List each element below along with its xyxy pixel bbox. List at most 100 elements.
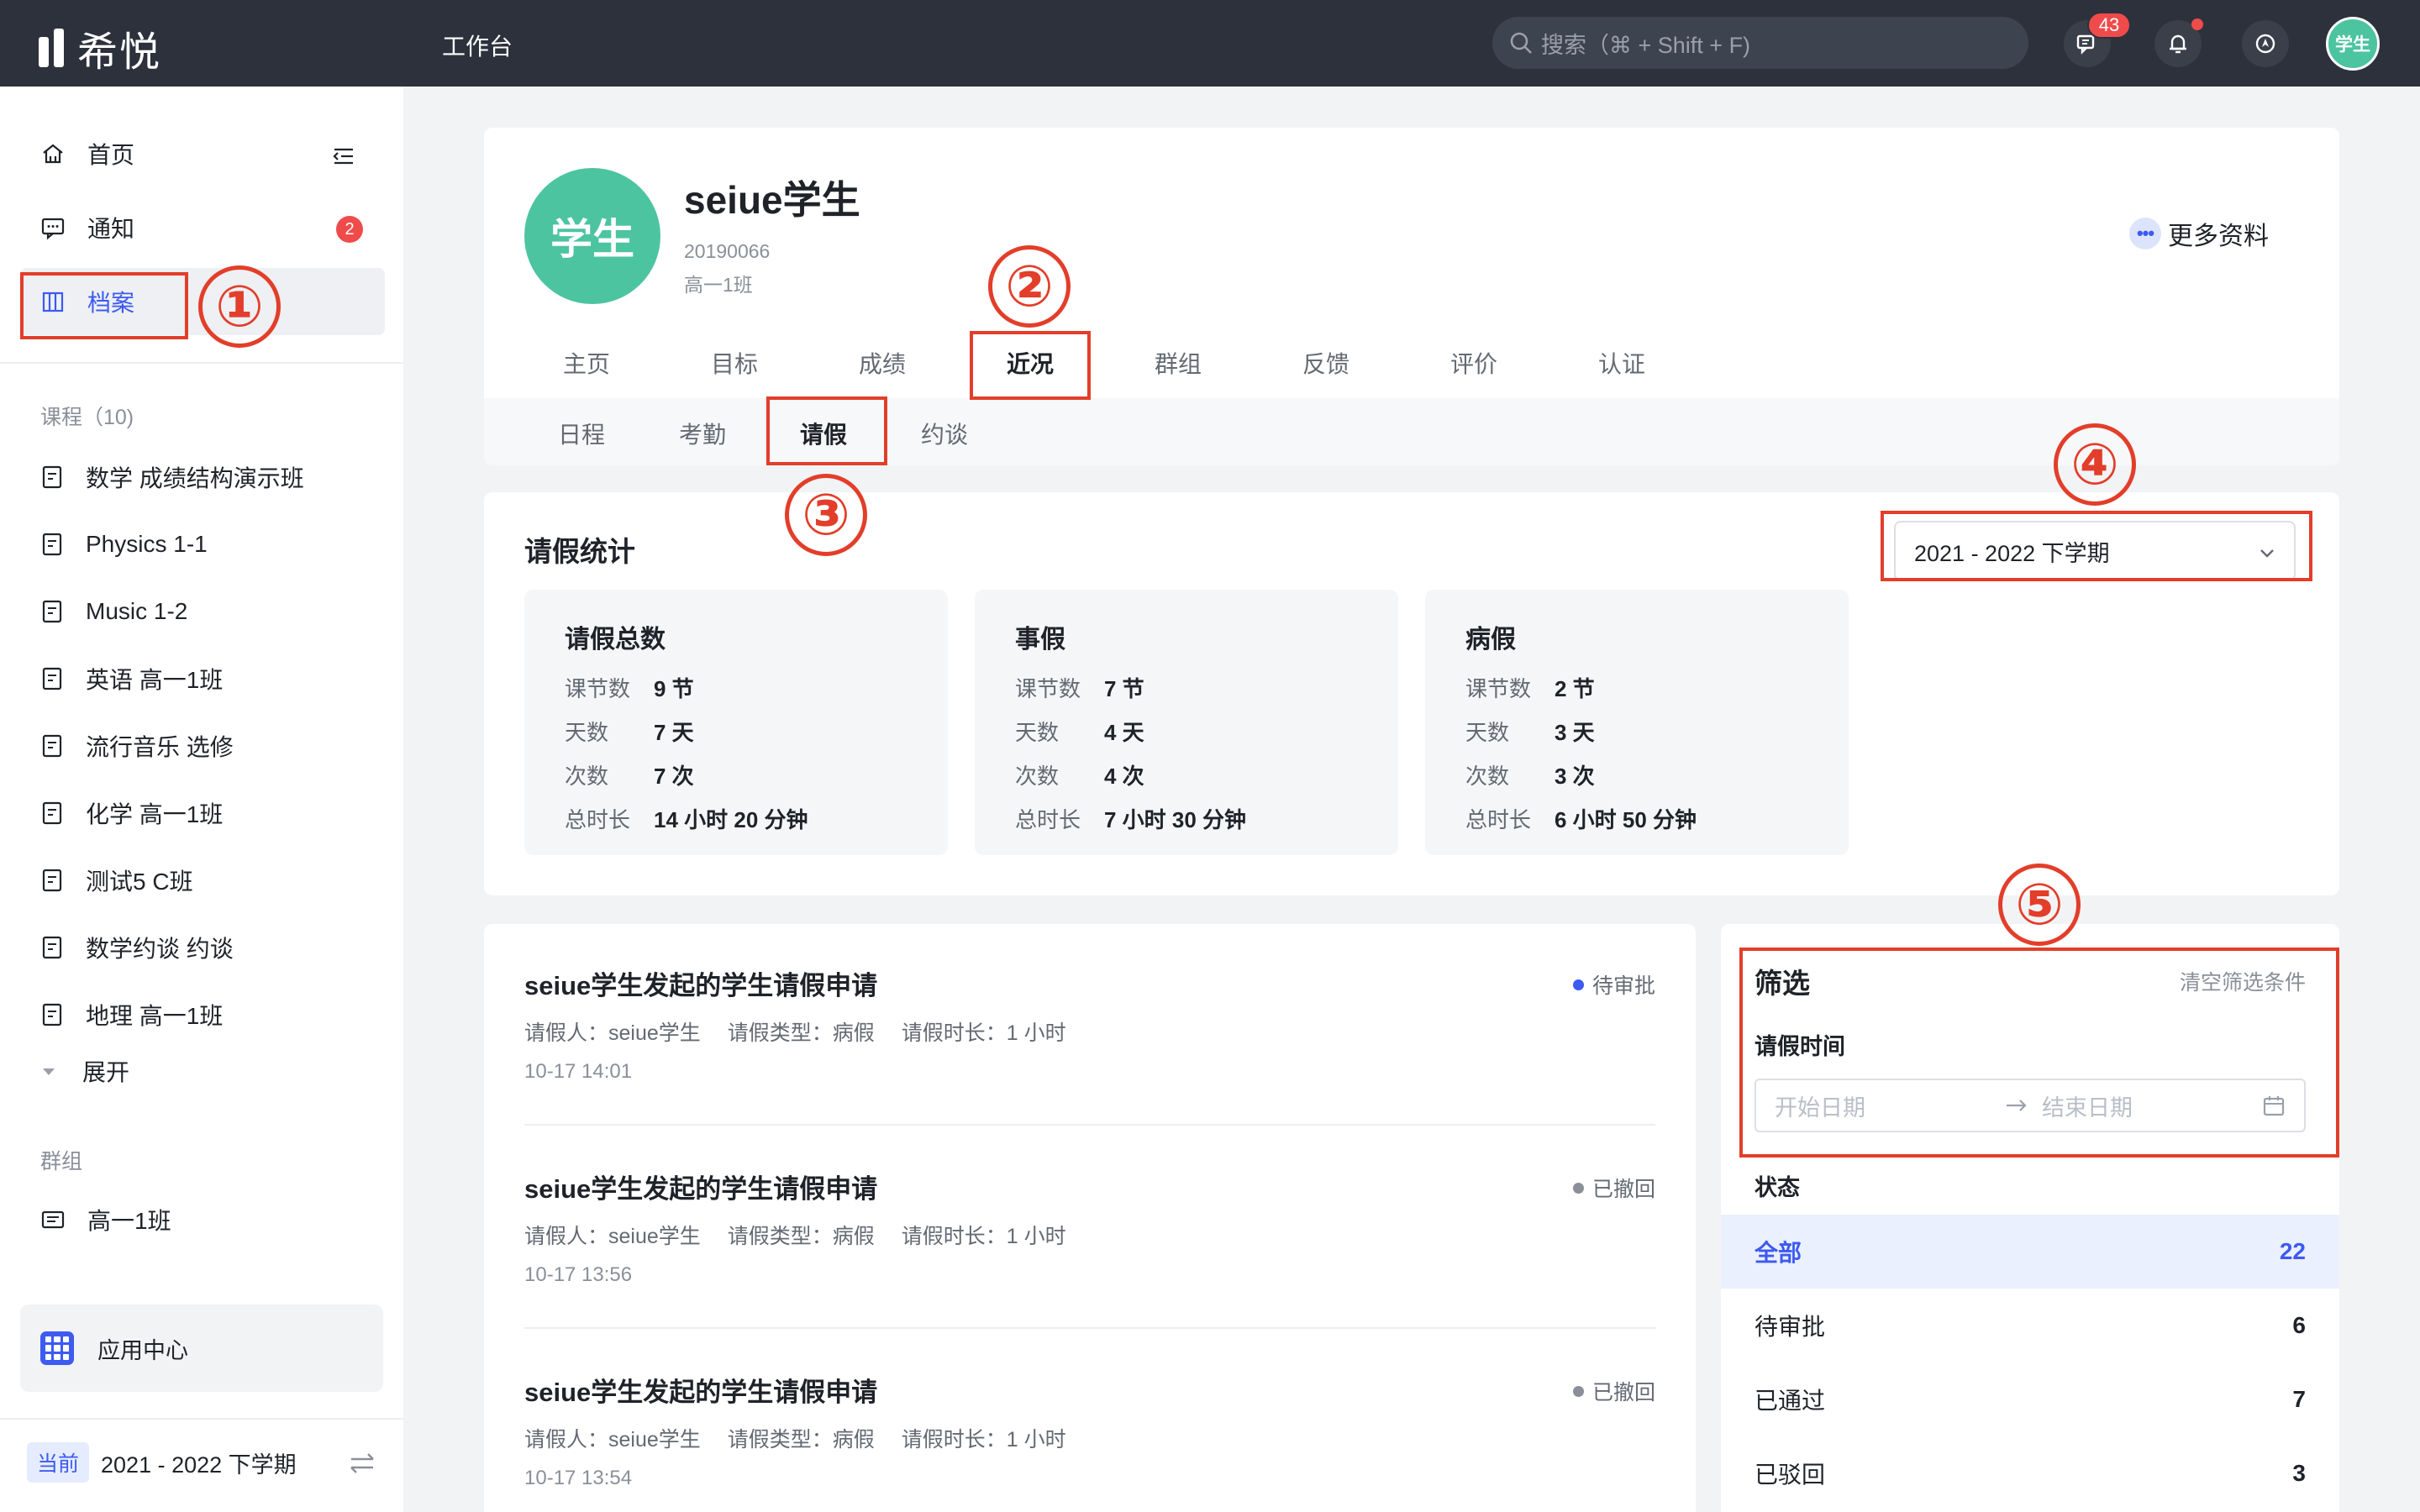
leave-status: 已撤回 [1572,1376,1655,1406]
leave-applicant: 请假人：seiue学生 [524,1428,701,1452]
leave-status-label: 已撤回 [1591,1381,1655,1404]
user-avatar[interactable]: 学生 [2326,17,2380,71]
course-book-icon [42,600,62,623]
course-label: 流行音乐 选修 [86,734,234,760]
tab-groups[interactable]: 群组 [1155,346,1202,380]
workbench-title[interactable]: 工作台 [442,29,513,62]
course-item[interactable]: 化学 高一1班 [20,784,385,843]
stat-key: 课节数 [1015,676,1081,701]
subtab-appointment[interactable]: 约谈 [921,417,968,450]
more-info-label: 更多资料 [2168,223,2269,250]
status-option-approved[interactable]: 已通过 7 [1721,1362,2339,1436]
course-label: 测试5 C班 [86,869,193,895]
message-icon [41,218,65,240]
course-label: 数学 成绩结构演示班 [86,465,304,491]
course-item[interactable]: 测试5 C班 [20,851,385,910]
more-info-button[interactable]: ••• 更多资料 [2129,215,2269,252]
global-search-input[interactable]: 搜索（⌘ + Shift + F) [1492,17,2028,69]
status-option-count: 7 [2292,1386,2306,1412]
stat-value: 2 节 [1555,676,1595,701]
annotation-marker-3: ③ [785,474,867,556]
status-option-label: 已驳回 [1754,1462,1826,1488]
status-option-rejected[interactable]: 已驳回 3 [1721,1436,2339,1510]
annotation-marker-2: ② [988,245,1071,328]
stat-row: 天数 4 天 [1015,716,1144,747]
course-item[interactable]: Music 1-2 [20,582,385,641]
annotation-box-1 [20,272,188,339]
status-option-pending[interactable]: 待审批 6 [1721,1289,2339,1362]
app-logo[interactable]: 希悦 [37,18,161,77]
collapse-sidebar-icon[interactable] [331,144,356,169]
stat-key: 总时长 [1015,807,1081,832]
leave-duration: 请假时长：1 小时 [901,1428,1066,1452]
stat-row: 次数 4 次 [1015,759,1144,790]
group-item[interactable]: 高一1班 [20,1190,385,1249]
course-item[interactable]: Physics 1-1 [20,515,385,574]
leave-time: 10-17 13:54 [524,1467,633,1489]
tab-home[interactable]: 主页 [563,346,610,380]
leave-title: seiue学生发起的学生请假申请 [524,1378,878,1407]
app-grid-icon [40,1331,74,1365]
status-filter-label: 状态 [1754,1175,1800,1200]
tab-certification[interactable]: 认证 [1598,346,1645,380]
stat-value: 9 节 [654,676,694,701]
student-id: 20190066 [684,240,771,262]
status-option-label: 已通过 [1754,1388,1826,1414]
stat-key: 次数 [1015,764,1060,789]
app-center-button[interactable]: 应用中心 [20,1305,383,1392]
status-dot [1572,1385,1584,1397]
subtab-attendance[interactable]: 考勤 [679,417,726,450]
course-item[interactable]: 数学约谈 约谈 [20,918,385,977]
sidebar-item-label: 首页 [87,142,135,168]
leave-status: 已撤回 [1572,1173,1655,1203]
tab-goals[interactable]: 目标 [711,346,758,380]
stat-row: 总时长 6 小时 50 分钟 [1465,803,1697,834]
tab-feedback[interactable]: 反馈 [1302,346,1349,380]
group-icon [41,1210,65,1229]
tab-grades[interactable]: 成绩 [859,346,906,380]
course-item[interactable]: 数学 成绩结构演示班 [20,448,385,507]
stat-row: 天数 7 天 [565,716,694,747]
course-item[interactable]: 流行音乐 选修 [20,717,385,775]
course-book-icon [42,936,62,959]
stat-value: 6 小时 50 分钟 [1555,807,1697,832]
sidebar-item-home[interactable]: 首页 [20,120,385,187]
leave-duration: 请假时长：1 小时 [901,1225,1066,1248]
stat-key: 天数 [1465,720,1510,745]
logo-mark-icon [37,25,67,71]
course-book-icon [42,869,62,892]
course-item[interactable]: 地理 高一1班 [20,985,385,1044]
stat-row: 总时长 14 小时 20 分钟 [565,803,808,834]
tab-evaluation[interactable]: 评价 [1450,346,1497,380]
leave-duration: 请假时长：1 小时 [901,1021,1066,1045]
course-label: Physics 1-1 [86,531,208,557]
course-book-icon [42,533,62,556]
leave-type: 请假类型：病假 [727,1225,875,1248]
stat-box-title: 请假总数 [565,626,666,654]
switch-term-icon[interactable] [348,1451,376,1476]
stat-value: 7 次 [654,764,694,789]
stat-row: 课节数 7 节 [1015,672,1144,703]
course-item[interactable]: 英语 高一1班 [20,649,385,708]
courses-section-label: 课程（10) [40,406,134,429]
leave-meta: 请假人：seiue学生 请假类型：病假 请假时长：1 小时 [524,1423,1066,1453]
expand-label: 展开 [82,1059,130,1085]
stat-row: 课节数 2 节 [1465,672,1595,703]
leave-title: seiue学生发起的学生请假申请 [524,971,878,1000]
compass-button[interactable] [2242,20,2289,67]
leave-time: 10-17 14:01 [524,1060,633,1083]
profile-card: 学生 seiue学生 20190066 高一1班 ••• 更多资料 主页 目标 … [484,128,2339,465]
annotation-marker-1: ① [198,265,281,348]
stat-row: 次数 3 次 [1465,759,1595,790]
subtab-schedule[interactable]: 日程 [558,417,605,450]
status-option-all[interactable]: 全部 22 [1721,1215,2339,1289]
stat-key: 次数 [565,764,609,789]
search-icon [1510,32,1532,54]
sidebar-divider [0,362,403,364]
sidebar-item-notice[interactable]: 通知 [20,194,385,261]
status-dot [1572,979,1584,990]
course-book-icon [42,801,62,825]
sidebar-divider [0,1418,403,1420]
expand-courses-button[interactable]: 展开 [40,1054,129,1088]
course-book-icon [42,667,62,690]
